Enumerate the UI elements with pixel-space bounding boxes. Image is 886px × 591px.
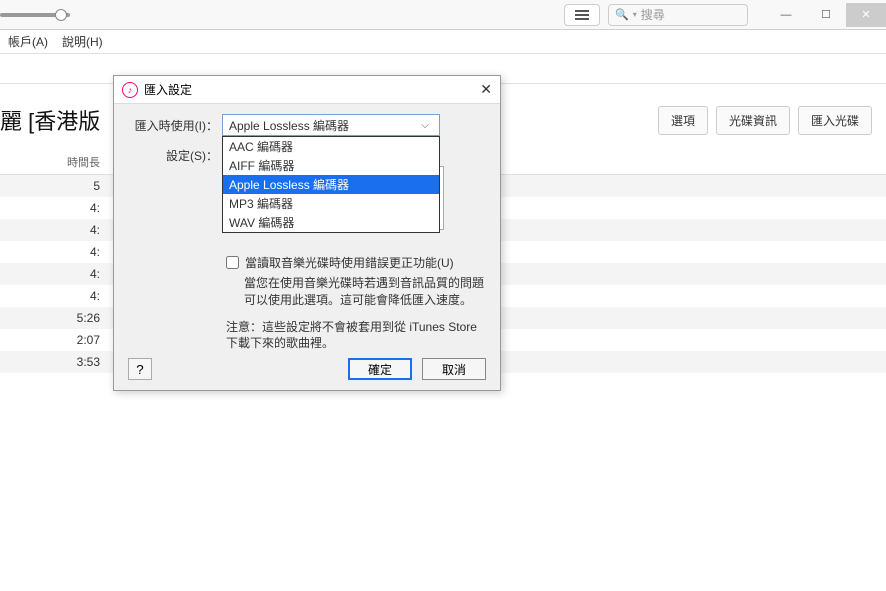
menu-account[interactable]: 帳戶(A) — [8, 33, 48, 50]
cell-time: 3:53 — [0, 355, 120, 369]
list-view-button[interactable] — [564, 4, 600, 26]
encoder-option[interactable]: MP3 編碼器 — [223, 194, 439, 213]
cell-time: 4: — [0, 201, 120, 215]
column-time[interactable]: 時間長 — [0, 154, 120, 170]
dialog-close-button[interactable]: ✕ — [480, 81, 492, 98]
import-disc-button[interactable]: 匯入光碟 — [798, 106, 872, 135]
options-button[interactable]: 選項 — [658, 106, 708, 135]
chevron-down-icon: ⌵ — [417, 120, 433, 131]
encoder-selected: Apple Lossless 編碼器 — [229, 117, 417, 134]
chevron-down-icon: ▾ — [633, 10, 637, 19]
ok-button[interactable]: 確定 — [348, 358, 412, 380]
maximize-button[interactable]: ☐ — [806, 3, 846, 27]
cell-time: 5 — [0, 179, 120, 193]
menu-help[interactable]: 說明(H) — [62, 33, 103, 50]
itunes-icon: ♪ — [122, 82, 138, 98]
cell-time: 4: — [0, 267, 120, 281]
album-title: 麗 [香港版 — [0, 104, 100, 136]
settings-label: 設定(S)： — [128, 144, 222, 164]
encoder-dropdown[interactable]: AAC 編碼器AIFF 編碼器Apple Lossless 編碼器MP3 編碼器… — [222, 136, 440, 233]
help-button[interactable]: ? — [128, 358, 152, 380]
list-icon — [575, 10, 589, 20]
encoder-option[interactable]: AAC 編碼器 — [223, 137, 439, 156]
cell-time: 4: — [0, 245, 120, 259]
search-input[interactable]: 🔍 ▾ 搜尋 — [608, 4, 748, 26]
import-settings-dialog: ♪ 匯入設定 ✕ 匯入時使用(I)： Apple Lossless 編碼器 ⌵ … — [113, 75, 501, 391]
volume-thumb[interactable] — [55, 9, 67, 21]
encoder-option[interactable]: WAV 編碼器 — [223, 213, 439, 232]
cell-time: 2:07 — [0, 333, 120, 347]
cancel-button[interactable]: 取消 — [422, 358, 486, 380]
disc-info-button[interactable]: 光碟資訊 — [716, 106, 790, 135]
error-correction-help: 當您在使用音樂光碟時若遇到音訊品質的問題可以使用此選項。這可能會降低匯入速度。 — [244, 275, 484, 309]
cell-time: 4: — [0, 289, 120, 303]
menu-bar: 帳戶(A) 說明(H) — [0, 30, 886, 54]
encoder-combobox[interactable]: Apple Lossless 編碼器 ⌵ AAC 編碼器AIFF 編碼器Appl… — [222, 114, 440, 136]
cell-time: 4: — [0, 223, 120, 237]
close-button[interactable]: ✕ — [846, 3, 886, 27]
encoder-option[interactable]: AIFF 編碼器 — [223, 156, 439, 175]
dialog-title-text: 匯入設定 — [144, 81, 192, 98]
import-using-label: 匯入時使用(I)： — [128, 114, 222, 134]
error-correction-checkbox[interactable] — [226, 256, 239, 269]
search-placeholder: 搜尋 — [641, 6, 665, 23]
title-bar: 🔍 ▾ 搜尋 — ☐ ✕ — [0, 0, 886, 30]
minimize-button[interactable]: — — [766, 3, 806, 27]
error-correction-label[interactable]: 當讀取音樂光碟時使用錯誤更正功能(U) — [245, 254, 454, 271]
window-controls: — ☐ ✕ — [766, 3, 886, 27]
volume-slider[interactable] — [0, 13, 70, 17]
search-icon: 🔍 — [615, 8, 629, 21]
cell-time: 5:26 — [0, 311, 120, 325]
encoder-option[interactable]: Apple Lossless 編碼器 — [223, 175, 439, 194]
dialog-titlebar: ♪ 匯入設定 ✕ — [114, 76, 500, 104]
itunes-store-note: 注意：這些設定將不會被套用到從 iTunes Store 下載下來的歌曲裡。 — [226, 319, 486, 353]
